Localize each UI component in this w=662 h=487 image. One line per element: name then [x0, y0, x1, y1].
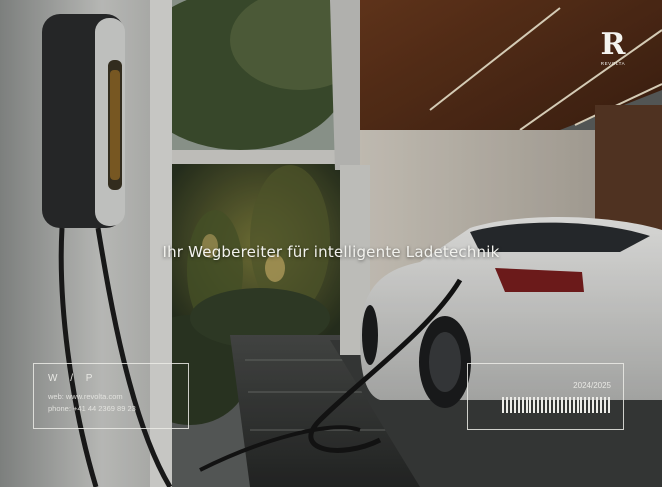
barcode-bar [533, 397, 536, 413]
barcode-bar [588, 397, 591, 413]
barcode-bar [513, 397, 516, 413]
brand-logo: R REVOLTA [596, 27, 630, 67]
year-label: 2024/2025 [573, 381, 611, 390]
barcode-bar [541, 397, 544, 413]
barcode-bar [580, 397, 583, 413]
barcode-bar [537, 397, 540, 413]
barcode-bar [502, 397, 504, 413]
headline: Ihr Wegbereiter für intelligente Ladetec… [162, 243, 500, 261]
contact-title: W / P [48, 373, 98, 384]
barcode-bar [517, 397, 520, 413]
barcode-bar [556, 397, 559, 413]
barcode-bar [584, 397, 587, 413]
barcode-bar [607, 397, 610, 413]
barcode-bar [603, 397, 606, 413]
barcode-bar [592, 397, 595, 413]
barcode-bar [521, 397, 524, 413]
barcode-bar [552, 397, 555, 413]
barcode-bar [572, 397, 575, 413]
barcode-bar [505, 397, 508, 413]
barcode-bar [545, 397, 548, 413]
logo-wordmark: REVOLTA [600, 61, 626, 66]
flyer-page: R REVOLTA Ihr Wegbereiter für intelligen… [0, 0, 662, 487]
barcode-bar [549, 397, 552, 413]
barcode-bar [560, 397, 563, 413]
year-box: 2024/2025 [467, 363, 624, 430]
barcode-bar [564, 397, 567, 413]
contact-web: web: www.revolta.com [48, 392, 123, 401]
logo-mark: R [600, 27, 626, 62]
barcode-bar [525, 397, 528, 413]
barcode [502, 397, 610, 413]
barcode-bar [529, 397, 532, 413]
contact-phone: phone: +41 44 2369 89 23 [48, 404, 136, 413]
barcode-bar [509, 397, 512, 413]
barcode-bar [596, 397, 599, 413]
barcode-bar [568, 397, 571, 413]
barcode-bar [576, 397, 579, 413]
contact-box: W / P web: www.revolta.com phone: +41 44… [33, 363, 189, 429]
barcode-bar [600, 397, 603, 413]
